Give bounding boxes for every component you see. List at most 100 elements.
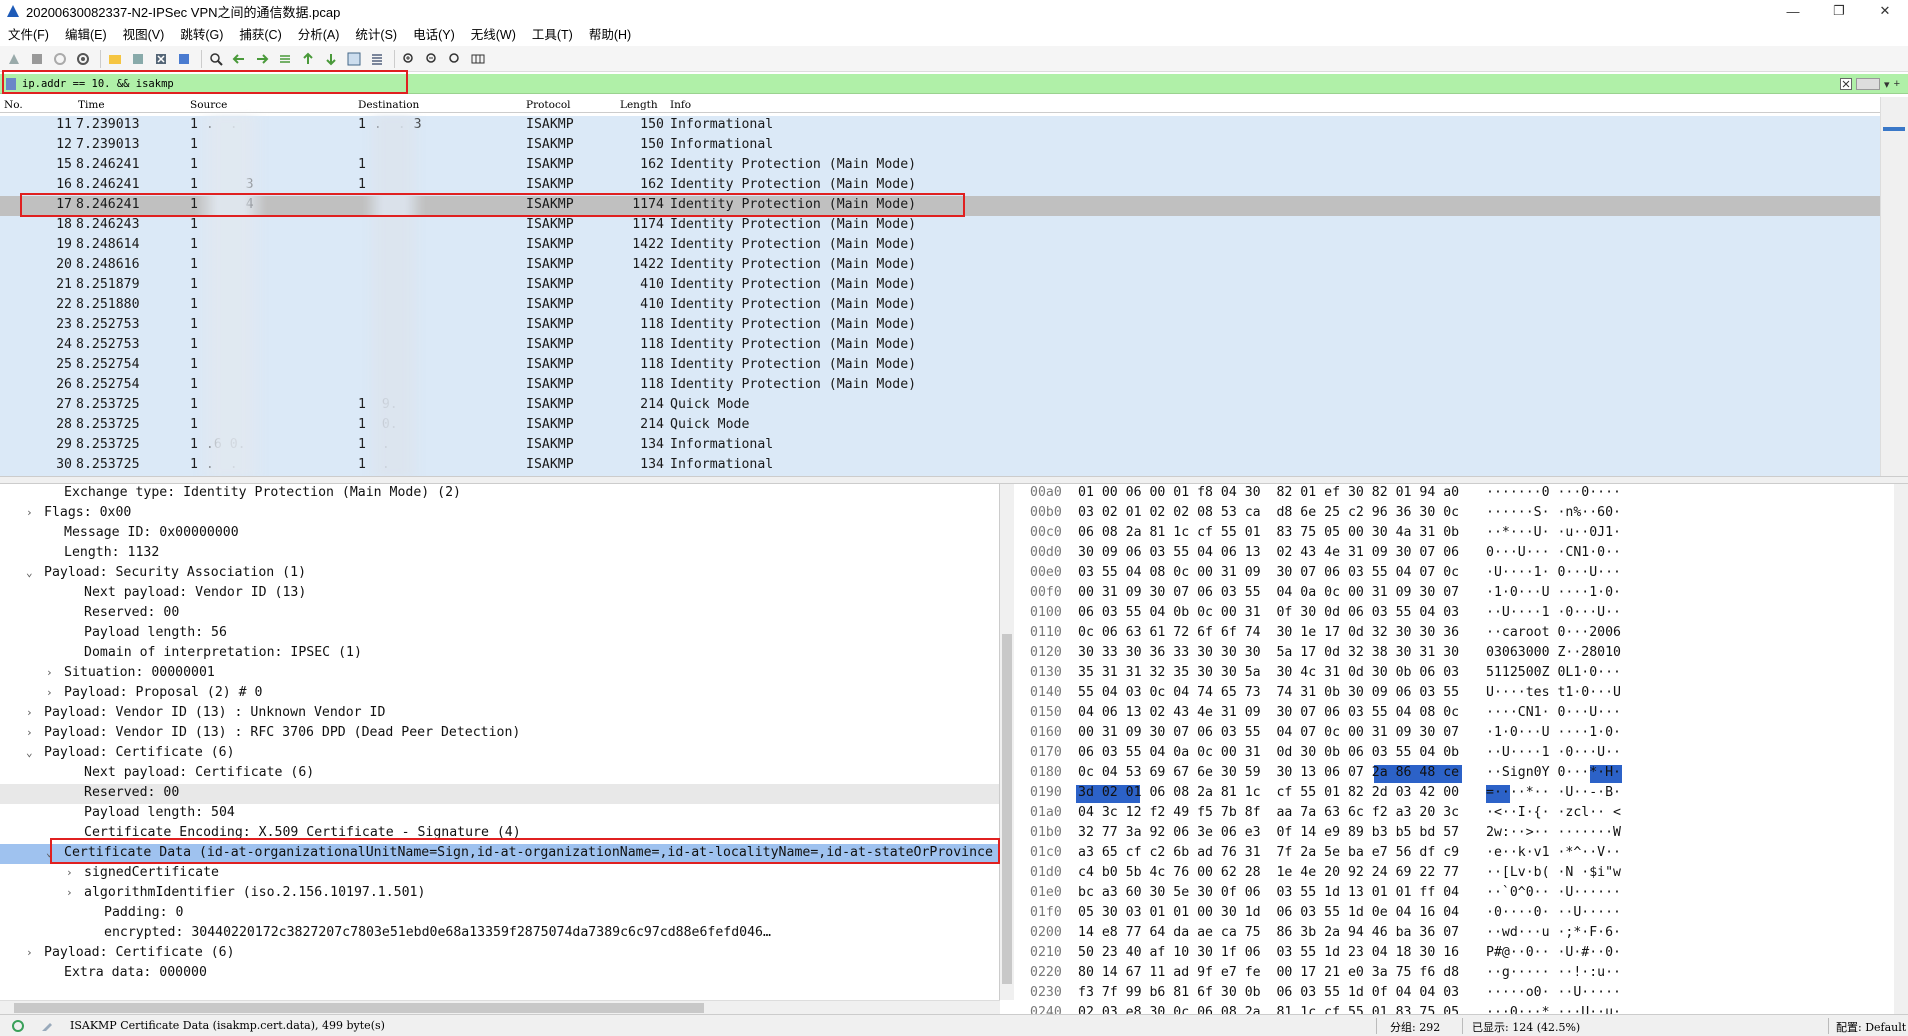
expand-arrow-icon[interactable]: › xyxy=(26,946,33,959)
detail-tree-item[interactable]: Message ID: 0x00000000 xyxy=(0,524,999,544)
hex-row[interactable]: 0170 06 03 55 04 0a 0c 00 31 0d 30 0b 06 … xyxy=(1018,744,1908,764)
resize-columns-icon[interactable] xyxy=(468,49,488,69)
packet-row[interactable]: 20 8.248616 1 ISAKMP 1422 Identity Protectio… xyxy=(0,256,1880,276)
detail-tree-item[interactable]: Exchange type: Identity Protection (Main… xyxy=(0,484,999,504)
expand-arrow-icon[interactable]: › xyxy=(66,886,73,899)
menu-help[interactable]: 帮助(H) xyxy=(581,24,639,43)
clear-filter-icon[interactable] xyxy=(1840,78,1853,90)
hex-row[interactable]: 0190 3d 02 01 06 08 2a 81 1c cf 55 01 82 … xyxy=(1018,784,1908,804)
col-header-length[interactable]: Length xyxy=(620,99,658,111)
menu-statistics[interactable]: 统计(S) xyxy=(347,24,405,43)
packet-row[interactable]: 21 8.251879 1 ISAKMP 410 Identity Protection… xyxy=(0,276,1880,296)
hex-row[interactable]: 00c0 06 08 2a 81 1c cf 55 01 83 75 05 00 … xyxy=(1018,524,1908,544)
col-header-protocol[interactable]: Protocol xyxy=(526,99,571,111)
hex-row[interactable]: 01d0 c4 b0 5b 4c 76 00 62 28 1e 4e 20 92 … xyxy=(1018,864,1908,884)
packet-row[interactable]: 298.2537251 .6 0.1 . ISAKMP134Informatio… xyxy=(0,436,1880,456)
hex-row[interactable]: 0200 14 e8 77 64 da ae ca 75 86 3b 2a 94 … xyxy=(1018,924,1908,944)
detail-tree-item[interactable]: › Payload: Certificate (6) xyxy=(0,944,999,964)
hex-row[interactable]: 01b0 32 77 3a 92 06 3e 06 e3 0f 14 e9 89 … xyxy=(1018,824,1908,844)
hex-row[interactable]: 01e0 bc a3 60 30 5e 30 0f 06 03 55 1d 13 … xyxy=(1018,884,1908,904)
go-back-icon[interactable] xyxy=(229,49,249,69)
collapse-arrow-icon[interactable]: ⌄ xyxy=(26,566,33,579)
restart-capture-icon[interactable] xyxy=(50,49,70,69)
detail-tree-item[interactable]: encrypted: 30440220172c3827207c7803e51eb… xyxy=(0,924,999,944)
details-horizontal-scrollbar[interactable] xyxy=(0,1000,1000,1014)
reload-file-icon[interactable] xyxy=(174,49,194,69)
packet-row[interactable]: 24 8.252753 1 ISAKMP 118 Identity Protection… xyxy=(0,336,1880,356)
packet-row[interactable]: 25 8.252754 1 ISAKMP 118 Identity Protection… xyxy=(0,356,1880,376)
apply-filter-icon[interactable] xyxy=(1856,78,1881,90)
packet-row[interactable]: 308.2537251 . .1 . ISAKMP134Informationa… xyxy=(0,456,1880,476)
menu-go[interactable]: 跳转(G) xyxy=(172,24,231,43)
start-capture-icon[interactable] xyxy=(4,49,24,69)
packet-row[interactable]: 12 7.239013 1 ISAKMP 150 Informational xyxy=(0,136,1880,156)
edit-comment-icon[interactable] xyxy=(40,1019,54,1033)
menu-view[interactable]: 视图(V) xyxy=(115,24,173,43)
packet-row[interactable]: 288.2537251 1 0. ISAKMP214Quick Mode xyxy=(0,416,1880,436)
detail-tree-item[interactable]: ⌄ Payload: Certificate (6) xyxy=(0,744,999,764)
colorize-icon[interactable] xyxy=(367,49,387,69)
hex-row[interactable]: 0180 0c 04 53 69 67 6e 30 59 30 13 06 07 … xyxy=(1018,764,1908,784)
packet-list-scroll-thumb[interactable] xyxy=(1883,127,1905,131)
hex-row[interactable]: 0140 55 04 03 0c 04 74 65 73 74 31 0b 30 … xyxy=(1018,684,1908,704)
expert-info-icon[interactable] xyxy=(12,1019,24,1032)
packet-row[interactable]: 19 8.248614 1 ISAKMP 1422 Identity Protectio… xyxy=(0,236,1880,256)
hex-row[interactable]: 00f0 00 31 09 30 07 06 03 55 04 0a 0c 00 … xyxy=(1018,584,1908,604)
pane-splitter[interactable] xyxy=(0,476,1908,484)
hex-row[interactable]: 00d0 30 09 06 03 55 04 06 13 02 43 4e 31 … xyxy=(1018,544,1908,564)
detail-tree-item[interactable]: › Payload: Vendor ID (13) : RFC 3706 DPD … xyxy=(0,724,999,744)
hex-row[interactable]: 0220 80 14 67 11 ad 9f e7 fe 00 17 21 e0 … xyxy=(1018,964,1908,984)
detail-tree-item[interactable]: Payload length: 56 xyxy=(0,624,999,644)
open-file-icon[interactable] xyxy=(105,49,125,69)
detail-tree-item[interactable]: › Payload: Proposal (2) # 0 xyxy=(0,684,999,704)
zoom-normal-icon[interactable] xyxy=(445,49,465,69)
menu-analyze[interactable]: 分析(A) xyxy=(290,24,348,43)
detail-tree-item[interactable]: Domain of interpretation: IPSEC (1) xyxy=(0,644,999,664)
packet-row[interactable]: 22 8.251880 1 ISAKMP 410 Identity Protection… xyxy=(0,296,1880,316)
menu-file[interactable]: 文件(F) xyxy=(0,24,57,43)
hex-row[interactable]: 01a0 04 3c 12 f2 49 f5 7b 8f aa 7a 63 6c … xyxy=(1018,804,1908,824)
col-header-source[interactable]: Source xyxy=(190,99,227,111)
hex-row[interactable]: 0110 0c 06 63 61 72 6f 6f 74 30 1e 17 0d … xyxy=(1018,624,1908,644)
detail-tree-item[interactable]: › signedCertificate xyxy=(0,864,999,884)
hex-row[interactable]: 0130 35 31 31 32 35 30 30 5a 30 4c 31 0d … xyxy=(1018,664,1908,684)
details-scroll-thumb[interactable] xyxy=(1002,634,1012,984)
expand-arrow-icon[interactable]: › xyxy=(26,706,33,719)
packet-row[interactable]: 117.2390131 . . 1 . . 3ISAKMP150Informat… xyxy=(0,116,1880,136)
find-packet-icon[interactable] xyxy=(206,49,226,69)
menu-capture[interactable]: 捕获(C) xyxy=(231,24,289,43)
col-header-no[interactable]: No. xyxy=(4,99,23,111)
save-file-icon[interactable] xyxy=(128,49,148,69)
menu-telephony[interactable]: 电话(Y) xyxy=(405,24,463,43)
packet-list-scrollbar[interactable] xyxy=(1880,97,1908,476)
detail-tree-item[interactable]: Payload length: 504 xyxy=(0,804,999,824)
autoscroll-icon[interactable] xyxy=(344,49,364,69)
packet-row[interactable]: 18 8.246243 1 ISAKMP 1174 Identity Protectio… xyxy=(0,216,1880,236)
expand-arrow-icon[interactable]: › xyxy=(46,686,53,699)
menu-edit[interactable]: 编辑(E) xyxy=(57,24,115,43)
detail-tree-item[interactable]: Reserved: 00 xyxy=(0,604,999,624)
minimize-button[interactable]: — xyxy=(1770,0,1816,22)
hex-row[interactable]: 0100 06 03 55 04 0b 0c 00 31 0f 30 0d 06 … xyxy=(1018,604,1908,624)
detail-tree-item[interactable]: Extra data: 000000 xyxy=(0,964,999,984)
expand-arrow-icon[interactable]: › xyxy=(66,866,73,879)
hex-row[interactable]: 0210 50 23 40 af 10 30 1f 06 03 55 1d 23 … xyxy=(1018,944,1908,964)
detail-tree-item[interactable]: Length: 1132 xyxy=(0,544,999,564)
hex-row[interactable]: 0120 30 33 30 36 33 30 30 30 5a 17 0d 32 … xyxy=(1018,644,1908,664)
zoom-out-icon[interactable] xyxy=(422,49,442,69)
detail-tree-item[interactable]: Next payload: Vendor ID (13) xyxy=(0,584,999,604)
bytes-scrollbar[interactable] xyxy=(1894,484,1908,1014)
collapse-arrow-icon[interactable]: ⌄ xyxy=(26,746,33,759)
hex-row[interactable]: 00b0 03 02 01 02 02 08 53 ca d8 6e 25 c2 … xyxy=(1018,504,1908,524)
detail-tree-item[interactable]: › Situation: 00000001 xyxy=(0,664,999,684)
stop-capture-icon[interactable] xyxy=(27,49,47,69)
go-to-packet-icon[interactable] xyxy=(275,49,295,69)
details-vertical-scrollbar[interactable] xyxy=(1000,484,1014,1000)
hex-row[interactable]: 01f0 05 30 03 01 01 00 30 1d 06 03 55 1d … xyxy=(1018,904,1908,924)
hex-row[interactable]: 0160 00 31 09 30 07 06 03 55 04 07 0c 00 … xyxy=(1018,724,1908,744)
zoom-in-icon[interactable] xyxy=(399,49,419,69)
col-header-info[interactable]: Info xyxy=(670,99,691,111)
detail-tree-item[interactable]: › algorithmIdentifier (iso.2.156.10197.1.… xyxy=(0,884,999,904)
detail-tree-item[interactable]: › Payload: Vendor ID (13) : Unknown Vendo… xyxy=(0,704,999,724)
details-hscroll-thumb[interactable] xyxy=(14,1003,704,1013)
